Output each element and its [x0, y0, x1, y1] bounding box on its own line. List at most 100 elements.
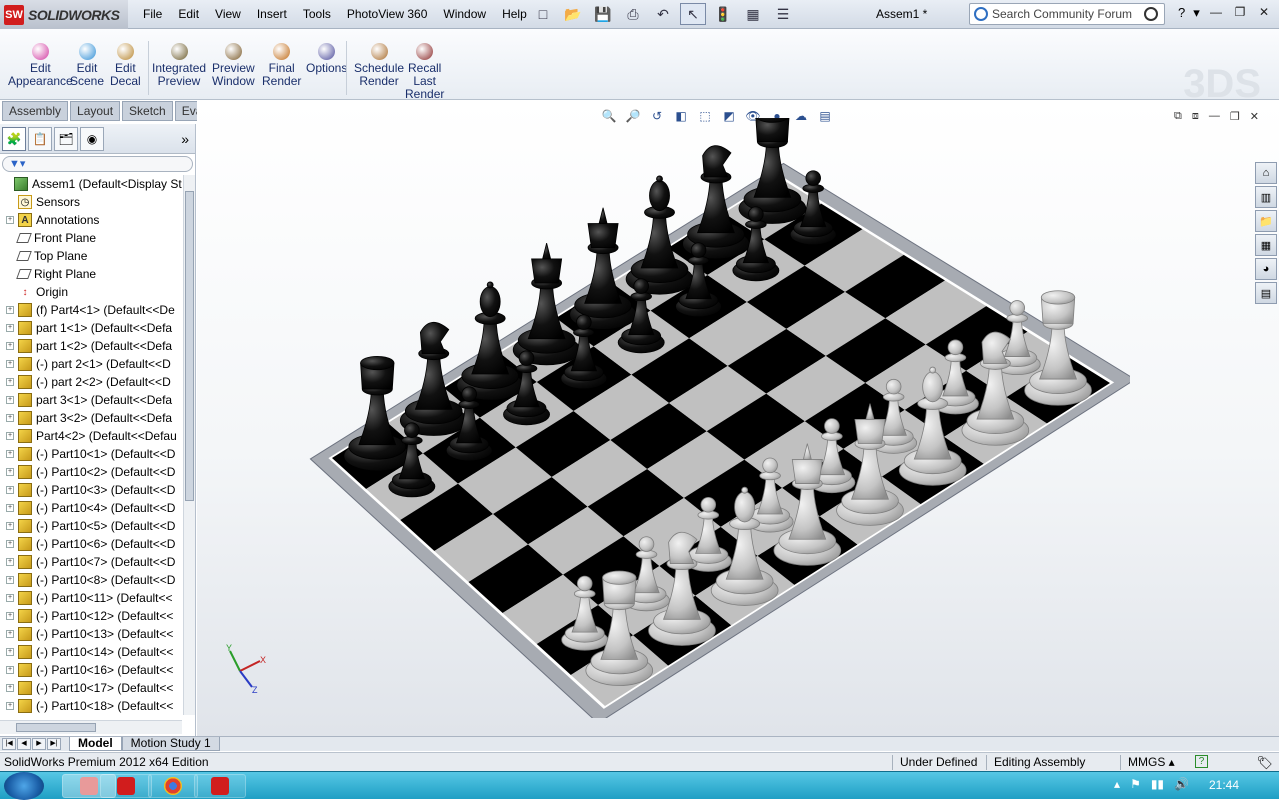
- ribbon-button-schedule-render[interactable]: Schedule Render: [354, 43, 404, 88]
- expand-plus-icon[interactable]: +: [6, 414, 14, 422]
- expand-plus-icon[interactable]: +: [6, 342, 14, 350]
- new-document-icon[interactable]: □: [530, 3, 556, 25]
- taskbar-app-solidworks[interactable]: [100, 774, 152, 798]
- tree-item[interactable]: Front Plane: [0, 229, 182, 247]
- show-hidden-icons-icon[interactable]: ▴: [1114, 777, 1120, 791]
- tree-item[interactable]: Top Plane: [0, 247, 182, 265]
- options-list-icon[interactable]: ☰: [770, 3, 796, 25]
- tree-item[interactable]: + (-) Part10<1> (Default<<D: [0, 445, 182, 463]
- next-tab-icon[interactable]: ▶: [32, 738, 46, 750]
- property-manager-tab-icon[interactable]: 📋: [28, 126, 52, 151]
- appearances-scenes-icon[interactable]: ◕: [1255, 258, 1277, 280]
- expand-plus-icon[interactable]: +: [6, 360, 14, 368]
- tree-item[interactable]: + (-) Part10<5> (Default<<D: [0, 517, 182, 535]
- ribbon-button-integrated-preview[interactable]: Integrated Preview: [152, 43, 206, 88]
- tree-item[interactable]: + (-) Part10<17> (Default<<: [0, 679, 182, 697]
- help-icon[interactable]: ?: [1178, 5, 1185, 21]
- solidworks-resources-icon[interactable]: ⌂: [1255, 162, 1277, 184]
- expand-plus-icon[interactable]: +: [6, 648, 14, 656]
- tree-item[interactable]: + (-) Part10<4> (Default<<D: [0, 499, 182, 517]
- expand-plus-icon[interactable]: +: [6, 396, 14, 404]
- expand-panel-chevron-icon[interactable]: »: [181, 131, 189, 147]
- design-library-icon[interactable]: ▥: [1255, 186, 1277, 208]
- tab-sketch[interactable]: Sketch: [122, 101, 173, 121]
- menu-view[interactable]: View: [207, 6, 249, 23]
- tree-item[interactable]: + (-) Part10<3> (Default<<D: [0, 481, 182, 499]
- file-properties-icon[interactable]: ▦: [740, 3, 766, 25]
- menu-tools[interactable]: Tools: [295, 6, 339, 23]
- tree-item[interactable]: + Part4<2> (Default<<Defau: [0, 427, 182, 445]
- expand-plus-icon[interactable]: +: [6, 450, 14, 458]
- ribbon-button-preview-window[interactable]: Preview Window: [212, 43, 255, 88]
- unit-system[interactable]: MMGS ▴: [1128, 753, 1175, 771]
- scroll-thumb[interactable]: [16, 723, 96, 732]
- expand-plus-icon[interactable]: +: [6, 594, 14, 602]
- search-icon[interactable]: [1144, 7, 1158, 21]
- tree-item[interactable]: + (-) Part10<16> (Default<<: [0, 661, 182, 679]
- configuration-manager-tab-icon[interactable]: 🗂: [54, 126, 78, 151]
- expand-plus-icon[interactable]: +: [6, 216, 14, 224]
- display-manager-tab-icon[interactable]: ◉: [80, 126, 104, 151]
- tree-item[interactable]: + part 3<2> (Default<<Defa: [0, 409, 182, 427]
- ribbon-button-recall-render[interactable]: Recall Last Render: [405, 43, 444, 101]
- tree-item[interactable]: + (-) Part10<6> (Default<<D: [0, 535, 182, 553]
- expand-plus-icon[interactable]: +: [6, 630, 14, 638]
- expand-plus-icon[interactable]: +: [6, 702, 14, 710]
- tree-item[interactable]: + (-) Part10<13> (Default<<: [0, 625, 182, 643]
- expand-plus-icon[interactable]: +: [6, 486, 14, 494]
- tree-item[interactable]: + (-) Part10<14> (Default<<: [0, 643, 182, 661]
- tab-layout[interactable]: Layout: [70, 101, 121, 121]
- close-icon[interactable]: ✕: [1255, 4, 1273, 20]
- last-tab-icon[interactable]: ▶|: [47, 738, 61, 750]
- open-folder-icon[interactable]: 📂: [560, 3, 586, 25]
- tree-item[interactable]: Assem1 (Default<Display Stat: [0, 175, 182, 193]
- expand-plus-icon[interactable]: +: [6, 324, 14, 332]
- ribbon-button-final-render[interactable]: Final Render: [262, 43, 301, 88]
- custom-properties-icon[interactable]: ▤: [1255, 282, 1277, 304]
- tree-item[interactable]: + part 1<1> (Default<<Defa: [0, 319, 182, 337]
- tree-item[interactable]: + (-) Part10<8> (Default<<D: [0, 571, 182, 589]
- expand-plus-icon[interactable]: +: [6, 378, 14, 386]
- rebuild-traffic-light-icon[interactable]: 🚦: [710, 3, 736, 25]
- tree-item[interactable]: + (-) part 2<2> (Default<<D: [0, 373, 182, 391]
- expand-plus-icon[interactable]: +: [6, 522, 14, 530]
- feature-tree-tab-icon[interactable]: 🧩: [2, 126, 26, 151]
- viewport-restore-icon[interactable]: ❐: [1230, 110, 1240, 123]
- tree-item[interactable]: ↕ Origin: [0, 283, 182, 301]
- help-dropdown-icon[interactable]: ▾: [1193, 5, 1200, 21]
- tree-horizontal-scrollbar[interactable]: [0, 720, 182, 734]
- undo-icon[interactable]: ↶: [650, 3, 676, 25]
- quick-tips-icon[interactable]: ?: [1195, 755, 1208, 768]
- tree-item[interactable]: ◷ Sensors: [0, 193, 182, 211]
- solidworks-logo[interactable]: SW SOLIDWORKS: [0, 0, 128, 29]
- tree-filter-input[interactable]: ▼▾: [2, 156, 193, 172]
- viewport-split-icon[interactable]: ⧉: [1174, 110, 1182, 123]
- tree-vertical-scrollbar[interactable]: [183, 175, 195, 715]
- ribbon-button-options[interactable]: Options: [306, 43, 347, 75]
- menu-edit[interactable]: Edit: [170, 6, 207, 23]
- select-pointer-icon[interactable]: ↖: [680, 3, 706, 25]
- menu-insert[interactable]: Insert: [249, 6, 295, 23]
- save-icon[interactable]: 💾: [590, 3, 616, 25]
- action-center-flag-icon[interactable]: ⚑: [1130, 777, 1141, 791]
- tree-item[interactable]: + (-) part 2<1> (Default<<D: [0, 355, 182, 373]
- tree-item[interactable]: + (-) Part10<12> (Default<<: [0, 607, 182, 625]
- viewport-minimize-icon[interactable]: —: [1209, 110, 1220, 123]
- taskbar-app-chrome[interactable]: [148, 774, 198, 798]
- expand-plus-icon[interactable]: +: [6, 468, 14, 476]
- tree-item[interactable]: + A Annotations: [0, 211, 182, 229]
- ribbon-button-scene[interactable]: Edit Scene: [70, 43, 104, 88]
- print-icon[interactable]: ⎙: [620, 3, 646, 25]
- expand-plus-icon[interactable]: +: [6, 684, 14, 692]
- start-button-icon[interactable]: [4, 772, 44, 800]
- clock[interactable]: 21:44: [1209, 778, 1239, 792]
- view-palette-icon[interactable]: ▦: [1255, 234, 1277, 256]
- menu-photoview-360[interactable]: PhotoView 360: [339, 6, 436, 23]
- expand-plus-icon[interactable]: +: [6, 432, 14, 440]
- search-community-forum[interactable]: Search Community Forum: [969, 3, 1165, 25]
- tree-item[interactable]: + (-) Part10<11> (Default<<: [0, 589, 182, 607]
- expand-plus-icon[interactable]: +: [6, 558, 14, 566]
- expand-plus-icon[interactable]: +: [6, 666, 14, 674]
- ribbon-button-decal[interactable]: Edit Decal: [110, 43, 141, 88]
- tree-item[interactable]: + (f) Part4<1> (Default<<De: [0, 301, 182, 319]
